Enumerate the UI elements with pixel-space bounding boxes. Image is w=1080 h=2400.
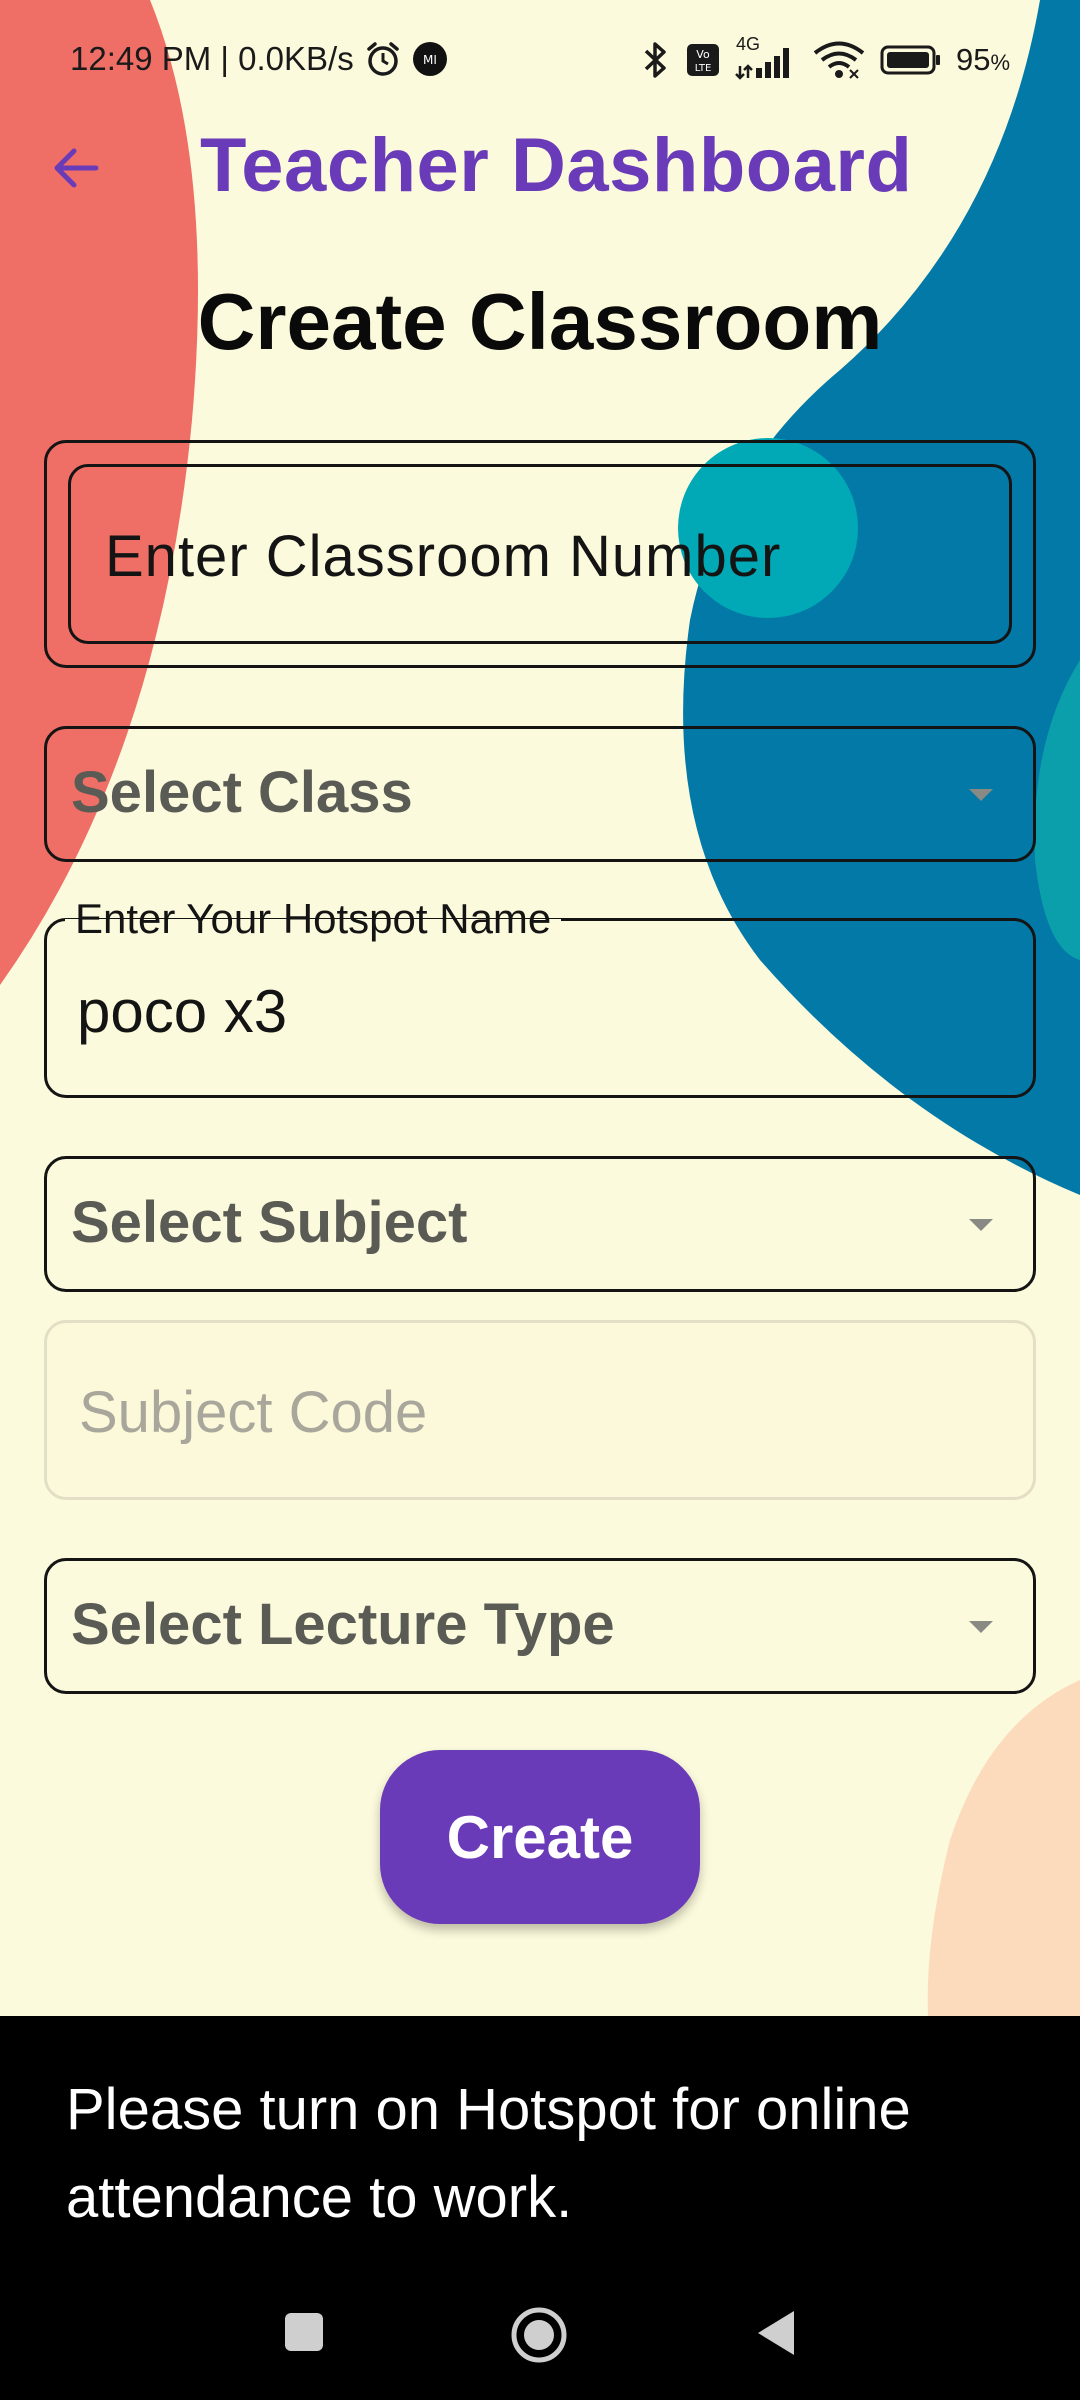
svg-text:MI: MI (423, 53, 437, 67)
chevron-down-icon (969, 1219, 993, 1231)
select-subject-dropdown[interactable]: Select Subject (44, 1156, 1036, 1292)
battery-level: 95% (956, 42, 1010, 78)
back-triangle-icon[interactable] (754, 2308, 798, 2358)
cellular-signal: 4G (734, 34, 798, 80)
create-button[interactable]: Create (380, 1750, 700, 1924)
select-class-label: Select Class (71, 760, 413, 825)
subject-code-placeholder: Subject Code (79, 1380, 428, 1445)
snackbar-message: Please turn on Hotspot for online attend… (66, 2077, 911, 2230)
battery-unit: % (990, 50, 1010, 75)
hotspot-name-value: poco x3 (77, 978, 288, 1045)
app-bar-title: Teacher Dashboard (200, 123, 913, 208)
classroom-number-input[interactable]: Enter Classroom Number (68, 464, 1012, 644)
status-bar: 12:49 PM | 0.0KB/s MI Vo LTE 4G 95% (0, 30, 1080, 90)
status-left: 12:49 PM | 0.0KB/s MI (70, 40, 448, 78)
home-circle-icon[interactable] (510, 2306, 568, 2364)
battery-percent: 95 (955, 42, 991, 77)
classroom-number-label: Enter Classroom Number (105, 524, 782, 589)
select-lecture-type-label: Select Lecture Type (71, 1592, 615, 1657)
subject-code-field[interactable]: Subject Code (44, 1320, 1036, 1500)
chevron-down-icon (969, 789, 993, 801)
volte-icon: Vo LTE (686, 44, 719, 76)
status-right: Vo LTE 4G 95% (638, 34, 1010, 80)
app-notification-icon: MI (412, 42, 447, 76)
signal-icon (735, 48, 789, 80)
recents-square-icon[interactable] (282, 2310, 326, 2354)
hotspot-name-field[interactable]: Enter Your Hotspot Name poco x3 (44, 895, 1036, 1098)
chevron-down-icon (969, 1621, 993, 1633)
select-subject-label: Select Subject (71, 1190, 468, 1255)
select-class-dropdown[interactable]: Select Class (44, 726, 1036, 862)
hotspot-name-label: Enter Your Hotspot Name (65, 895, 562, 943)
alarm-icon (366, 42, 399, 76)
svg-text:LTE: LTE (695, 63, 712, 74)
page-title: Create Classroom (197, 277, 883, 366)
svg-text:Vo: Vo (696, 48, 710, 61)
bluetooth-icon (644, 42, 666, 78)
system-navigation-bar (0, 2290, 1080, 2380)
wifi-icon (813, 41, 865, 79)
battery-icon (880, 45, 940, 75)
back-arrow-icon[interactable] (46, 138, 110, 198)
status-time-speed: 12:49 PM | 0.0KB/s (70, 40, 354, 77)
select-lecture-type-dropdown[interactable]: Select Lecture Type (44, 1558, 1036, 1694)
